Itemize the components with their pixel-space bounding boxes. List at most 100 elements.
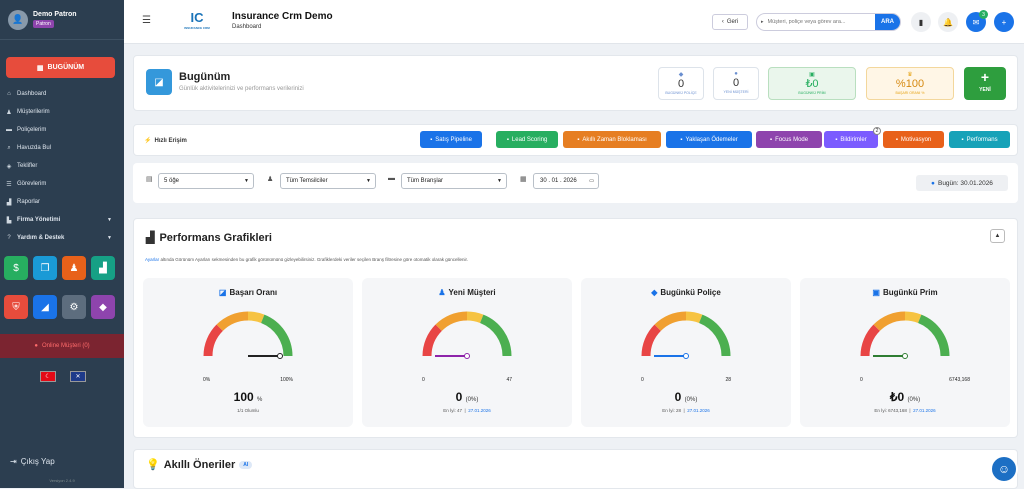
gauge-value: ₺0 (0%) (800, 390, 1010, 404)
quick-button-label: Performans (966, 136, 998, 143)
gauge-footer: En İyi: 47 | 27.01.2026 (443, 408, 491, 413)
shield-tile-icon[interactable]: ⛨ (4, 295, 28, 319)
sidebar-item-1[interactable]: ♟ Müşterilerim (0, 103, 124, 121)
quick-button-label: Yaklaşan Ödemeler (685, 136, 738, 143)
back-button[interactable]: ‹ Geri (712, 14, 748, 30)
mail-icon[interactable]: ✉ 3 (966, 10, 988, 32)
sidebar-item-label: Teklifler (17, 163, 38, 169)
sidebar-item-5[interactable]: ☰ Görevlerim (0, 175, 124, 193)
stat-success-rate[interactable]: ♛ %100 BAŞARI ORANI % (866, 67, 954, 100)
stat-new-customer[interactable]: ● 0 YENİ MÜŞTERİ (713, 67, 759, 100)
quick-button-label: Bildirimler (840, 136, 867, 143)
chevron-up-icon: ▲ (994, 233, 1001, 239)
list-icon: ▤ (146, 176, 153, 183)
sidebar-item-6[interactable]: ▟ Raporlar (0, 193, 124, 211)
new-button[interactable]: + YENİ (964, 67, 1006, 100)
chat-tile-icon[interactable]: ❐ (33, 256, 57, 280)
gear-tile-icon[interactable]: ⚙ (62, 295, 86, 319)
collapse-button[interactable]: ▲ (990, 229, 1005, 243)
today-summary-card: ◪ Bugünüm Günlük aktivitelerinizi ve per… (133, 55, 1018, 111)
stat-today-premium[interactable]: ▣ ₺0 BUGÜNKÜ PRİM (768, 67, 856, 100)
shortcut-tiles-row1: $ ❐ ♟ ▟ (4, 256, 115, 280)
home-icon: ⌂ (7, 91, 11, 97)
rep-select[interactable]: Tüm Temsilciler ▼ (280, 173, 376, 189)
gauge-segment-1 (654, 311, 687, 332)
sidebar-item-8[interactable]: ? Yardım & Destek ▼ (0, 229, 124, 247)
today-date-badge: ● Bugün: 30.01.2026 (916, 175, 1008, 191)
branch-select[interactable]: Tüm Branşlar ▼ (401, 173, 507, 189)
today-button[interactable]: ▦ BUGÜNÜM (6, 57, 115, 78)
quick-button-2[interactable]: ▪ Akıllı Zaman Bloklaması (563, 131, 661, 148)
search-button[interactable]: ARA (875, 14, 900, 30)
search-input[interactable] (767, 19, 875, 25)
shortcut-tiles-row2: ⛨ ◢ ⚙ ◆ (4, 295, 115, 319)
performance-title: ▟ Performans Grafikleri (146, 231, 272, 245)
gauge-segment-1 (435, 311, 468, 332)
online-customers[interactable]: ● Online Müşteri (0) (0, 334, 124, 358)
count-select[interactable]: 5 öğe ▼ (158, 173, 254, 189)
sidebar-item-0[interactable]: ⌂ Dashboard (0, 85, 124, 103)
quick-button-3[interactable]: ▪ Yaklaşan Ödemeler (666, 131, 752, 148)
gauge-min: 0% (203, 377, 211, 383)
performance-title-text: Performans Grafikleri (159, 231, 272, 244)
quick-button-7[interactable]: ▪ Performans (949, 131, 1010, 148)
gauge-min: 0 (860, 377, 863, 383)
search-chevron-icon: ▸ (761, 19, 764, 25)
turkish-flag-icon[interactable]: ☾ (40, 371, 56, 382)
quick-button-label: Lead Scoring (511, 136, 548, 143)
gauge-segment-2 (466, 311, 484, 324)
quick-button-6[interactable]: ▪ Motivasyon (883, 131, 944, 148)
gauge-foot-main: En İyi: 47 (443, 408, 463, 413)
gauge-needle-hub (683, 353, 689, 359)
quick-button-5[interactable]: ▪ Bildirimler 2 (824, 127, 881, 148)
gauge-value: 100 % (143, 390, 353, 404)
user-tile-icon[interactable]: ♟ (62, 256, 86, 280)
quick-button-4[interactable]: ▪ Focus Mode (756, 131, 822, 148)
chart-tile-icon[interactable]: ▟ (91, 256, 115, 280)
chevron-down-icon: ▼ (366, 178, 371, 184)
gauge-unit: (0%) (465, 397, 479, 403)
quick-access-title: ⚡ Hızlı Erişim (144, 137, 187, 145)
gauge-footer: En İyi: 6743,168 | 27.01.2026 (874, 408, 936, 413)
stat-label: BUGÜNKÜ POLİÇE (665, 91, 697, 95)
gauge-segment-2 (904, 311, 922, 324)
hamburger-icon[interactable]: ☰ (142, 15, 151, 26)
cap-tile-icon[interactable]: ◆ (91, 295, 115, 319)
gauge-value-text: 0 (455, 390, 463, 404)
english-flag-icon[interactable]: ✕ (70, 371, 86, 382)
megaphone-tile-icon[interactable]: ◢ (33, 295, 57, 319)
book-icon[interactable]: ▮ (911, 12, 931, 32)
quick-button-1[interactable]: ▪ Lead Scoring (496, 131, 558, 148)
logout-link[interactable]: ⇥ Çıkış Yap (10, 457, 55, 466)
quick-button-label: Akıllı Zaman Bloklaması (582, 136, 647, 143)
calendar-picker-icon: ▭ (589, 178, 594, 184)
settings-link[interactable]: Ayarlar (145, 257, 159, 262)
version-text: Versiyon 2.4.9 (49, 478, 75, 483)
sidebar-item-3[interactable]: ⌕ Havuzda Bul (0, 139, 124, 157)
date-input[interactable]: 30 . 01 . 2026 ▭ (533, 173, 599, 189)
quick-button-0[interactable]: ▪ Satış Pipeline (420, 131, 482, 148)
stat-value: 0 (677, 78, 685, 90)
gauge-segment-0 (860, 324, 881, 357)
user-name: Demo Patron (33, 11, 77, 18)
gauge-title-text: Bugünkü Prim (882, 288, 938, 297)
stat-today-policy[interactable]: ◆ 0 BUGÜNKÜ POLİÇE (658, 67, 704, 100)
gauge-card-2: ◆ Bugünkü Poliçe 0 28 0 (0%) En İyi: 28 | … (581, 278, 791, 427)
quick-button-icon: ▪ (961, 136, 964, 143)
add-circle-icon[interactable]: + (994, 12, 1014, 32)
gauge-foot-main: En İyi: 6743,168 (874, 408, 907, 413)
rep-value: Tüm Temsilciler (286, 178, 328, 184)
gauge-unit: (0%) (907, 397, 921, 403)
sidebar-item-2[interactable]: ▬ Poliçelerim (0, 121, 124, 139)
sidebar-item-7[interactable]: ▙ Firma Yönetimi ▼ (0, 211, 124, 229)
money-icon: ▣ (872, 288, 880, 297)
user-panel[interactable]: 👤 Demo Patron Patron (0, 0, 124, 40)
money-tile-icon[interactable]: $ (4, 256, 28, 280)
gauge-max: 28 (725, 377, 731, 383)
chatbot-button[interactable]: ☺ (990, 455, 1018, 483)
sidebar-item-4[interactable]: ◈ Teklifler (0, 157, 124, 175)
gauge-foot-main: 1/1 Olumlu (237, 408, 259, 413)
online-label: Online Müşteri (0) (41, 343, 90, 349)
bell-icon[interactable]: 🔔 (938, 12, 958, 32)
calendar-icon: ▦ (36, 64, 44, 72)
